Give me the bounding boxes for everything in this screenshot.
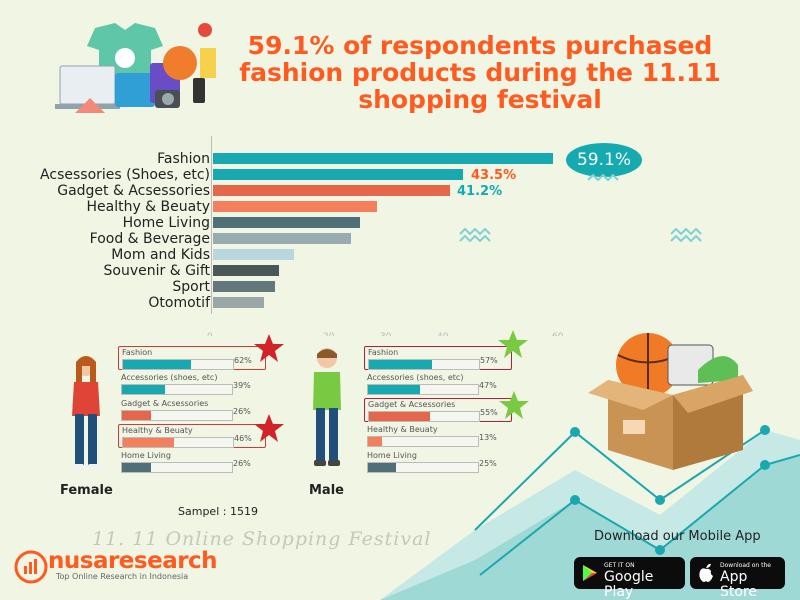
star-icon [499, 391, 529, 419]
male-progress-fill [369, 360, 432, 369]
axis-tick-label: 40 [437, 332, 448, 336]
star-icon [498, 330, 528, 358]
female-figure [72, 356, 100, 470]
app-store-button[interactable]: Download on the App Store [690, 557, 785, 600]
app-store-text: App Store [720, 569, 758, 600]
male-figure [313, 348, 341, 466]
female-category-item: Home Living 26% [118, 450, 266, 474]
male-progress-track [368, 411, 480, 422]
wave-decoration [459, 228, 491, 243]
shopping-items-illustration [55, 23, 216, 113]
category-label: Sport [172, 279, 210, 295]
male-category-item: Fashion 57% [364, 346, 512, 370]
logo-wordmark: nusaresearch [48, 548, 218, 574]
axis-tick-label: 60 [552, 332, 563, 336]
female-progress-fill [122, 463, 151, 472]
female-progress-track [121, 384, 233, 395]
category-bar [213, 201, 377, 212]
female-percent-label: 46% [234, 434, 252, 443]
male-category-item: Healthy & Beuaty 13% [364, 424, 512, 448]
female-label: Female [60, 483, 113, 498]
category-bar [213, 185, 450, 196]
shopping-box-illustration [588, 333, 753, 470]
category-bar [213, 265, 279, 276]
male-progress-fill [368, 463, 396, 472]
male-percent-label: 47% [479, 381, 497, 390]
festival-watermark: 11. 11 Online Shopping Festival [92, 528, 432, 550]
accessories-callout: 43.5% [471, 168, 517, 183]
male-progress-track [367, 384, 479, 395]
category-label: Healthy & Beuaty [86, 199, 210, 215]
female-progress-fill [122, 411, 151, 420]
wave-decoration [670, 228, 702, 243]
app-store-small-text: Download on the [720, 562, 771, 569]
male-progress-fill [369, 412, 430, 421]
google-play-icon [583, 565, 597, 581]
male-percent-label: 25% [479, 459, 497, 468]
female-percent-label: 39% [233, 381, 251, 390]
female-progress-fill [122, 385, 165, 394]
google-play-button[interactable]: GET IT ON Google Play [574, 557, 685, 600]
category-label: Food & Beverage [89, 231, 210, 247]
apple-icon [699, 563, 713, 582]
female-percent-label: 26% [233, 407, 251, 416]
category-bar [213, 281, 275, 292]
axis-tick-label: 30 [380, 332, 391, 336]
male-progress-track [367, 462, 479, 473]
category-label: Acsessories (Shoes, etc) [40, 167, 210, 183]
female-progress-track [121, 410, 233, 421]
male-category-item: Home Living 25% [364, 450, 512, 474]
logo-tagline: Top Online Research in Indonesia [56, 572, 189, 581]
male-progress-fill [368, 385, 420, 394]
page-title: 59.1% of respondents purchased fashion p… [239, 31, 721, 114]
category-label: Souvenir & Gift [103, 263, 210, 279]
category-label: Gadget & Acsessories [57, 183, 210, 199]
female-progress-fill [123, 438, 174, 447]
female-progress-track [121, 462, 233, 473]
male-progress-track [368, 359, 480, 370]
chart-axis-line [211, 136, 212, 314]
male-percent-label: 55% [480, 408, 498, 417]
gadget-callout: 41.2% [457, 184, 503, 199]
female-category-item: Fashion 62% [118, 346, 266, 370]
axis-tick-label: 0 [207, 332, 213, 336]
female-progress-track [122, 359, 234, 370]
male-category-item: Accessories (shoes, etc) 47% [364, 372, 512, 396]
female-percent-label: 62% [234, 356, 252, 365]
nusaresearch-logo-icon [14, 550, 48, 584]
category-label: Otomotif [148, 295, 210, 311]
sample-size: Sampel : 1519 [178, 505, 258, 518]
category-label: Fashion [157, 151, 210, 167]
category-bar [213, 249, 294, 260]
star-icon [254, 334, 284, 362]
female-category-item: Healthy & Beuaty 46% [118, 424, 266, 448]
female-progress-track [122, 437, 234, 448]
male-percent-label: 57% [480, 356, 498, 365]
category-bar [213, 169, 463, 180]
female-percent-label: 26% [233, 459, 251, 468]
category-bar [213, 153, 553, 164]
category-bar [213, 217, 360, 228]
male-progress-fill [368, 437, 382, 446]
male-percent-label: 13% [479, 433, 497, 442]
female-category-item: Accessories (shoes, etc) 39% [118, 372, 266, 396]
app-download-title: Download our Mobile App [594, 529, 761, 544]
male-progress-track [367, 436, 479, 447]
star-icon [254, 414, 284, 442]
category-bar [213, 297, 264, 308]
axis-tick-label: 20 [323, 332, 334, 336]
category-label: Mom and Kids [111, 247, 210, 263]
category-label: Home Living [122, 215, 210, 231]
male-label: Male [309, 483, 344, 498]
female-category-item: Gadget & Acsessories 26% [118, 398, 266, 422]
male-category-item: Gadget & Acsessories 55% [364, 398, 512, 422]
category-bar [213, 233, 351, 244]
female-progress-fill [123, 360, 191, 369]
google-play-small-text: GET IT ON [604, 562, 635, 569]
google-play-text: Google Play [604, 569, 654, 600]
wave-decoration [587, 173, 619, 182]
